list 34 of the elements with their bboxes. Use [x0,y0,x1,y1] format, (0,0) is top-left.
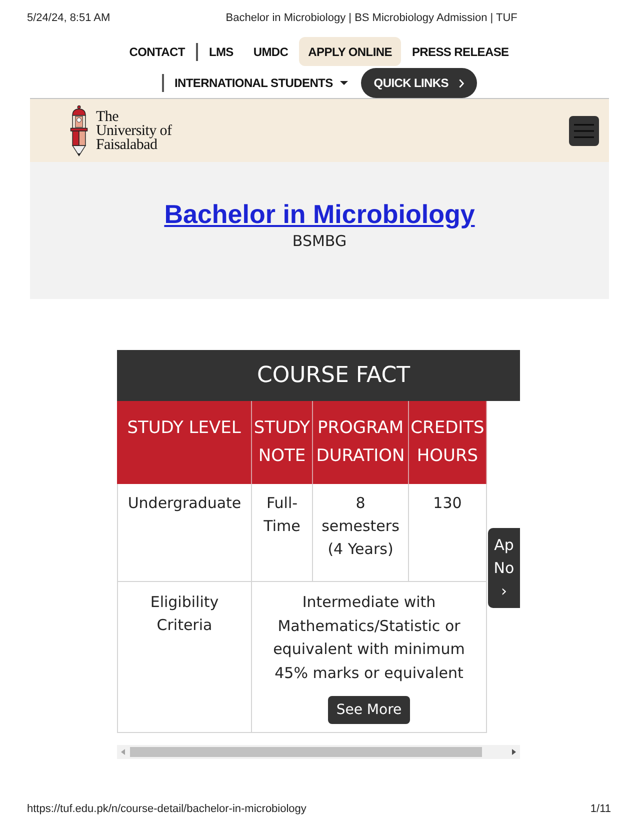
menu-button[interactable] [569,116,599,146]
table-cell: 8 semesters (4 Years) [313,484,409,582]
nav-link[interactable]: CONTACT [120,37,194,66]
table-title: COURSE FACT [117,350,520,401]
university-name: The University of Faisalabad [96,110,173,152]
scroll-right-arrow-icon[interactable] [512,749,516,755]
menu-icon [574,124,594,138]
nav-link[interactable]: UMDC [244,37,298,66]
eligibility-text: Intermediate with Mathematics/Statistic or equivalent with minimum 45% marks or equivalent [272,592,466,684]
table-header-cell: CREDITS HOURS [409,401,487,484]
table-header-cell: STUDY NOTE [252,401,313,484]
page-number: 1/11 [590,804,611,815]
scrollbar-thumb[interactable] [130,747,482,757]
page-url: https://tuf.edu.pk/n/course-detail/bachelor-in-microbiology [27,804,306,815]
pencil-tower-logo-icon [68,102,90,158]
quick-links-button[interactable]: QUICK LINKS [360,68,476,98]
course-title-link[interactable]: Bachelor in Microbiology [164,199,475,229]
caret-down-icon [340,81,348,85]
table-cell: Full-Time [252,484,313,582]
nav-link[interactable]: LMS [196,37,242,66]
nav-dropdown[interactable]: INTERNATIONAL STUDENTS [162,68,357,98]
course-code: BSMBG [292,231,347,251]
table-header-cell: PROGRAM DURATION [313,401,409,484]
table-cell: Undergraduate [117,484,252,582]
print-date: 5/24/24, 8:51 AM [27,13,110,24]
side-tab-button[interactable]: Ap No › [488,528,520,608]
table-header-cell: STUDY LEVEL [117,401,252,484]
chevron-right-icon [458,78,464,88]
page-title: Bachelor in Microbiology | BS Microbiology Admission | TUF [226,13,518,24]
nav-link[interactable]: PRESS RELEASE [402,37,518,66]
table-cell: Eligibility Criteria [117,582,252,733]
see-more-button[interactable]: See More [328,696,410,724]
nav-link[interactable]: APPLY ONLINE [299,37,401,66]
table-cell: 130 [409,484,487,582]
